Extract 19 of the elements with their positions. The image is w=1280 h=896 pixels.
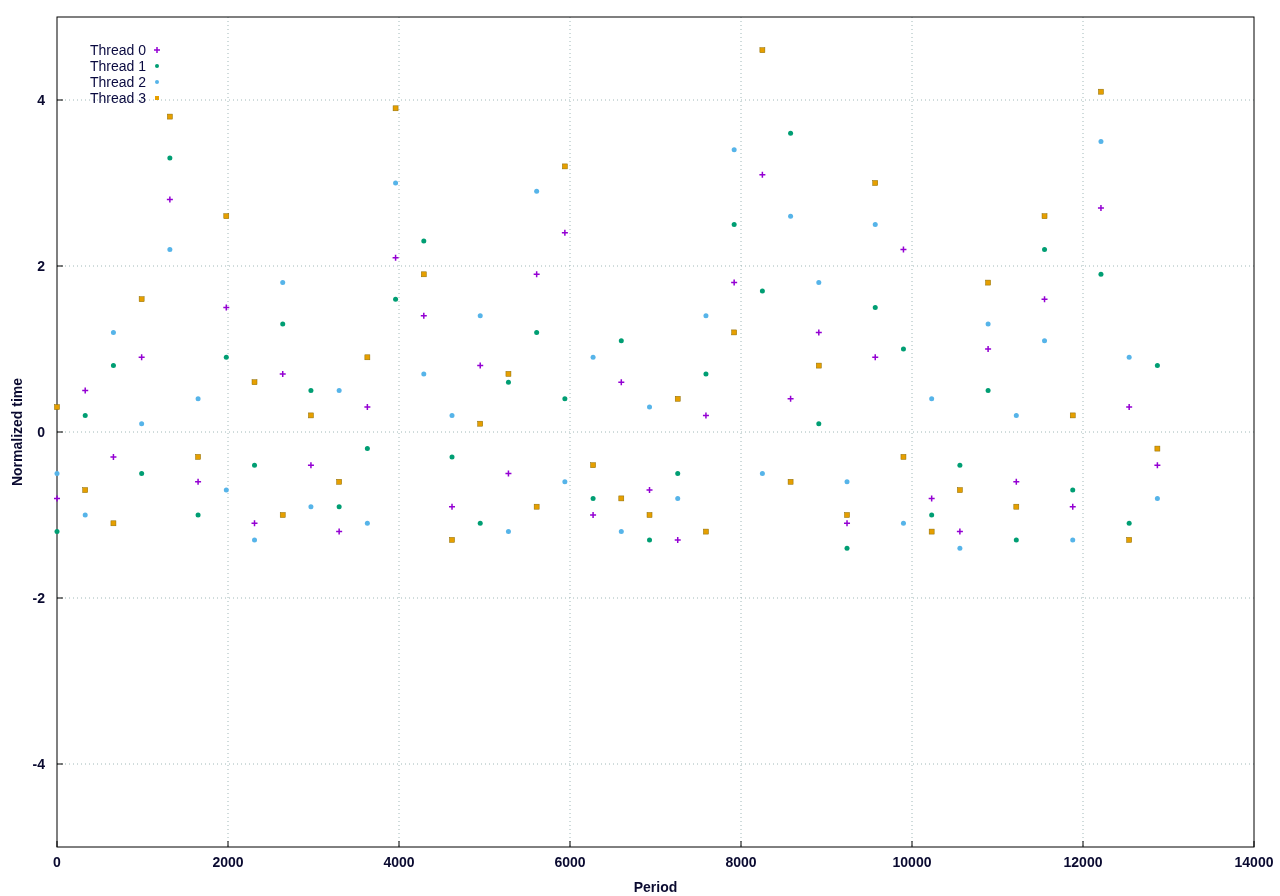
x-tick-label: 12000 [1063, 854, 1103, 870]
legend-label: Thread 0 [90, 42, 147, 58]
x-tick-label: 10000 [892, 854, 932, 870]
y-tick-label: -2 [32, 590, 45, 606]
x-axis-label: Period [633, 879, 678, 895]
x-tick-label: 2000 [212, 854, 244, 870]
y-tick-label: 2 [37, 258, 45, 274]
legend-label: Thread 1 [90, 58, 147, 74]
x-tick-label: 8000 [725, 854, 757, 870]
x-tick-label: 0 [53, 854, 61, 870]
x-tick-label: 6000 [554, 854, 586, 870]
y-tick-label: 4 [37, 92, 45, 108]
x-tick-label: 4000 [383, 854, 415, 870]
legend-label: Thread 2 [90, 74, 147, 90]
x-tick-label: 14000 [1234, 854, 1274, 870]
y-tick-label: 0 [37, 424, 45, 440]
legend-label: Thread 3 [90, 90, 147, 106]
y-tick-label: -4 [32, 756, 45, 772]
y-axis-label: Normalized time [9, 377, 25, 487]
